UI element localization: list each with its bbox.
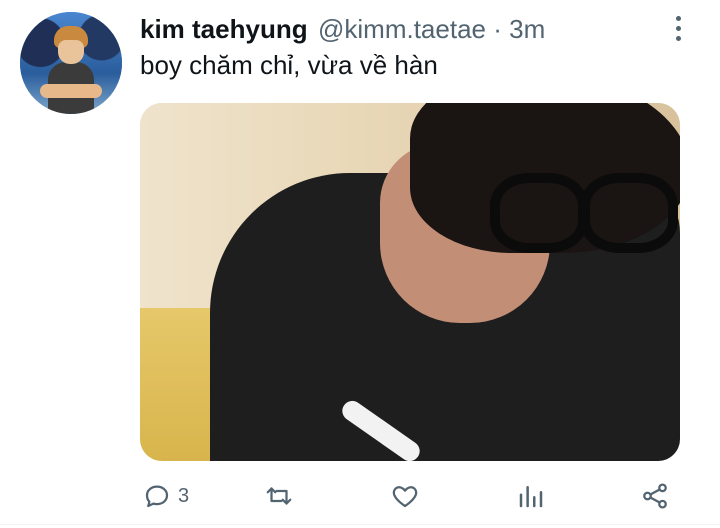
reply-button[interactable]: 3 bbox=[142, 480, 189, 512]
tweet-media-image[interactable] bbox=[140, 103, 680, 461]
reply-count: 3 bbox=[178, 484, 190, 507]
reply-icon bbox=[145, 485, 169, 508]
share-button[interactable] bbox=[640, 480, 670, 512]
author-name[interactable]: kim taehyung bbox=[140, 14, 308, 45]
retweet-icon bbox=[266, 487, 292, 505]
like-button[interactable] bbox=[390, 480, 420, 512]
separator-dot: · bbox=[493, 14, 502, 44]
like-icon bbox=[392, 486, 418, 508]
action-bar: 3 bbox=[0, 476, 720, 516]
analytics-icon bbox=[519, 486, 543, 508]
author-handle[interactable]: @kimm.taetae bbox=[318, 14, 486, 44]
avatar-person bbox=[40, 26, 102, 114]
timestamp[interactable]: 3m bbox=[509, 14, 545, 44]
share-icon bbox=[643, 483, 667, 509]
more-options-icon[interactable] bbox=[672, 16, 684, 44]
avatar[interactable] bbox=[20, 12, 122, 114]
tweet-text: boy chăm chỉ, vừa về hàn bbox=[140, 50, 438, 80]
tweet-divider bbox=[0, 524, 720, 525]
analytics-button[interactable] bbox=[516, 480, 546, 512]
retweet-button[interactable] bbox=[264, 480, 294, 512]
author-handle-and-time[interactable]: @kimm.taetae · 3m bbox=[318, 14, 545, 45]
